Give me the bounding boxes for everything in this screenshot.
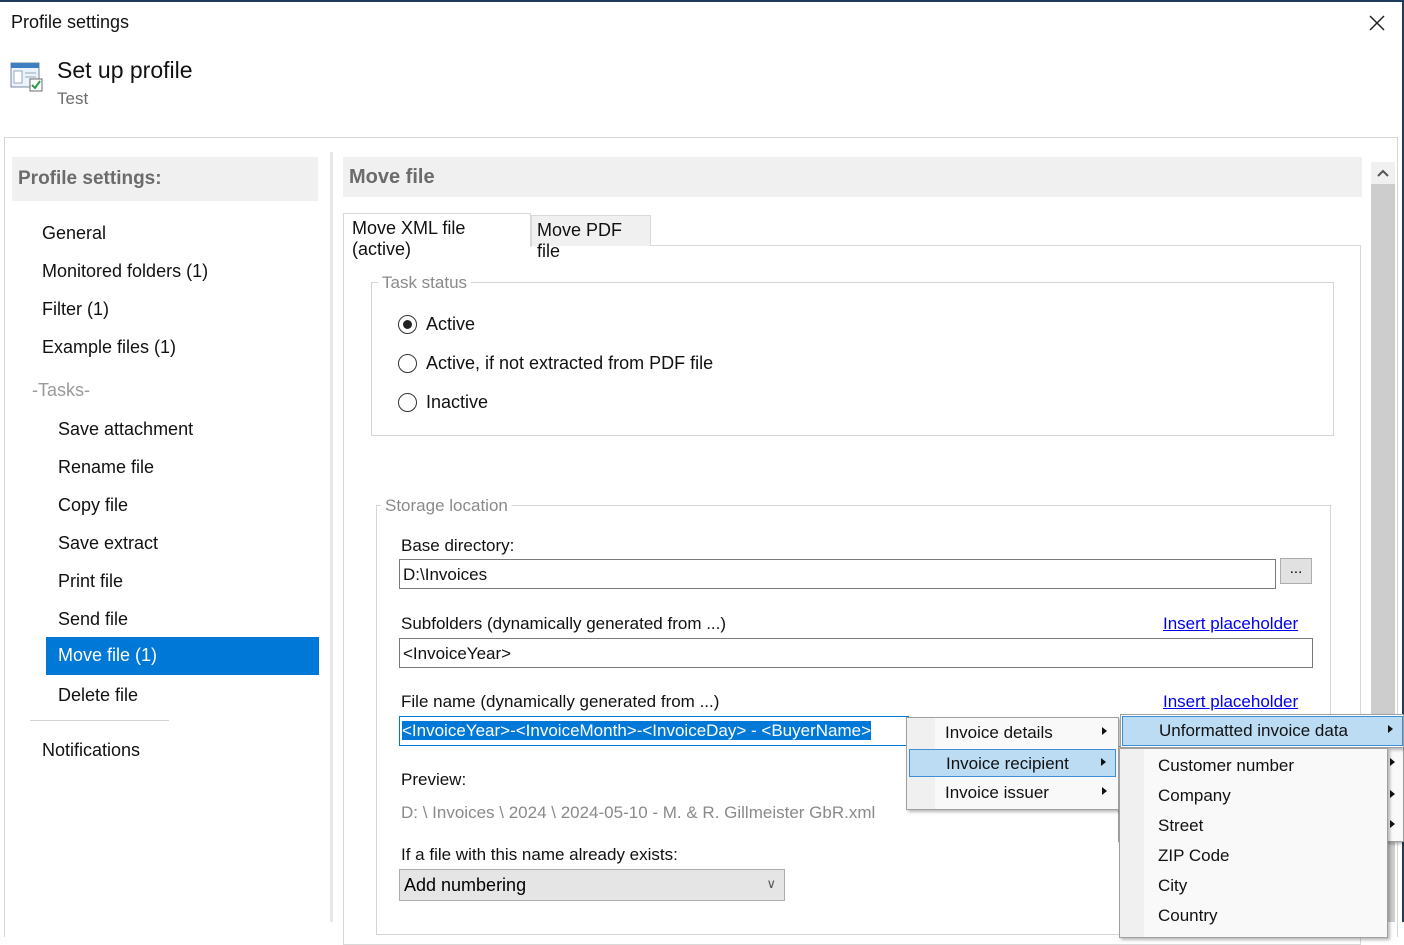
scroll-up-button[interactable] xyxy=(1371,162,1395,184)
submenu-arrow-icon xyxy=(1388,725,1393,733)
menu-item-country[interactable]: Country xyxy=(1122,902,1385,930)
sidebar-header: Profile settings: xyxy=(12,157,318,201)
submenu-arrow-icon xyxy=(1102,787,1107,795)
menu-item-invoice-details[interactable]: Invoice details xyxy=(909,719,1116,747)
menu-item-city[interactable]: City xyxy=(1122,872,1385,900)
file-exists-value: Add numbering xyxy=(404,875,527,895)
sidebar-item-print-file[interactable]: Print file xyxy=(46,563,319,601)
profile-name: Test xyxy=(57,89,89,108)
sidebar-item-send-file[interactable]: Send file xyxy=(46,601,319,639)
section-title: Move file xyxy=(343,157,1362,197)
sidebar-item-monitored-folders[interactable]: Monitored folders (1) xyxy=(42,253,318,291)
page-title: Set up profile xyxy=(57,57,193,83)
tasks-section-label: -Tasks- xyxy=(32,380,90,400)
sidebar-item-delete-file[interactable]: Delete file xyxy=(46,677,319,715)
radio-label: Active, if not extracted from PDF file xyxy=(426,352,714,373)
subfolders-input[interactable]: <InvoiceYear> xyxy=(399,638,1313,668)
menu-item-customer-number[interactable]: Customer number xyxy=(1122,752,1385,780)
sidebar-item-move-file[interactable]: Move file (1) xyxy=(46,637,319,675)
panel-splitter[interactable] xyxy=(330,152,333,922)
radio-inactive[interactable]: Inactive xyxy=(398,390,488,414)
submenu-arrow-icon xyxy=(1102,727,1107,735)
base-directory-input[interactable]: D:\Invoices xyxy=(399,559,1276,589)
sidebar-item-rename-file[interactable]: Rename file xyxy=(46,449,319,487)
placeholder-context-menu: Invoice details Invoice recipient Invoic… xyxy=(906,717,1119,810)
base-directory-label: Base directory: xyxy=(401,536,515,555)
tab-move-pdf-file[interactable]: Move PDF file xyxy=(531,215,651,261)
chevron-down-icon: ∨ xyxy=(766,876,776,891)
menu-item-company[interactable]: Company xyxy=(1122,782,1385,810)
submenu-arrow-icon xyxy=(1101,758,1106,766)
sidebar-item-general[interactable]: General xyxy=(42,215,318,253)
chevron-up-icon xyxy=(1377,169,1389,177)
browse-button[interactable]: ... xyxy=(1280,558,1312,584)
submenu-header: Unformatted invoice data xyxy=(1120,714,1404,748)
radio-label: Inactive xyxy=(426,391,489,412)
menu-item-invoice-recipient[interactable]: Invoice recipient xyxy=(909,749,1116,777)
sidebar-item-copy-file[interactable]: Copy file xyxy=(46,487,319,525)
radio-label: Active xyxy=(426,313,476,334)
sidebar-item-filter[interactable]: Filter (1) xyxy=(42,291,318,329)
subfolders-label: Subfolders (dynamically generated from .… xyxy=(401,614,727,633)
sidebar-separator xyxy=(30,720,169,721)
storage-location-legend: Storage location xyxy=(381,496,512,516)
submenu-arrow-icon xyxy=(1390,790,1395,798)
preview-label: Preview: xyxy=(401,770,467,789)
filename-label: File name (dynamically generated from ..… xyxy=(401,692,720,711)
sidebar-item-save-extract[interactable]: Save extract xyxy=(46,525,319,563)
filename-selected-text: <InvoiceYear>-<InvoiceMonth>-<InvoiceDay… xyxy=(402,721,872,740)
menu-item-street[interactable]: Street xyxy=(1122,812,1385,840)
file-exists-label: If a file with this name already exists: xyxy=(401,845,678,864)
radio-active[interactable]: Active xyxy=(398,312,475,336)
recipient-submenu: Customer number Company Street ZIP Code … xyxy=(1119,748,1388,938)
task-status-legend: Task status xyxy=(378,273,472,293)
dialog-title: Profile settings xyxy=(11,12,130,32)
close-icon xyxy=(1369,15,1385,31)
radio-button[interactable] xyxy=(398,392,417,412)
menu-item-invoice-issuer[interactable]: Invoice issuer xyxy=(909,779,1116,807)
filename-input[interactable]: <InvoiceYear>-<InvoiceMonth>-<InvoiceDay… xyxy=(399,716,909,746)
radio-button[interactable] xyxy=(398,353,417,373)
insert-placeholder-subfolders-link[interactable]: Insert placeholder xyxy=(1163,614,1298,634)
file-exists-dropdown[interactable]: Add numbering ∨ xyxy=(399,869,785,901)
menu-item-zip-code[interactable]: ZIP Code xyxy=(1122,842,1385,870)
sidebar-item-example-files[interactable]: Example files (1) xyxy=(42,329,318,367)
submenu-arrow-icon xyxy=(1390,820,1395,828)
insert-placeholder-filename-link[interactable]: Insert placeholder xyxy=(1163,692,1298,712)
window-border xyxy=(0,0,1404,2)
sidebar-item-notifications[interactable]: Notifications xyxy=(42,732,318,770)
radio-active-if-not-extracted[interactable]: Active, if not extracted from PDF file xyxy=(398,351,713,375)
submenu-arrow-icon xyxy=(1390,758,1395,766)
tab-move-xml-file[interactable]: Move XML file (active) xyxy=(343,213,531,259)
menu-item-unformatted-invoice-data[interactable]: Unformatted invoice data xyxy=(1122,716,1403,746)
profile-settings-icon xyxy=(10,61,44,93)
close-button[interactable] xyxy=(1364,10,1390,36)
sidebar-item-save-attachment[interactable]: Save attachment xyxy=(46,411,319,449)
radio-button-checked[interactable] xyxy=(398,314,417,334)
preview-value: D: \ Invoices \ 2024 \ 2024-05-10 - M. &… xyxy=(401,803,876,822)
